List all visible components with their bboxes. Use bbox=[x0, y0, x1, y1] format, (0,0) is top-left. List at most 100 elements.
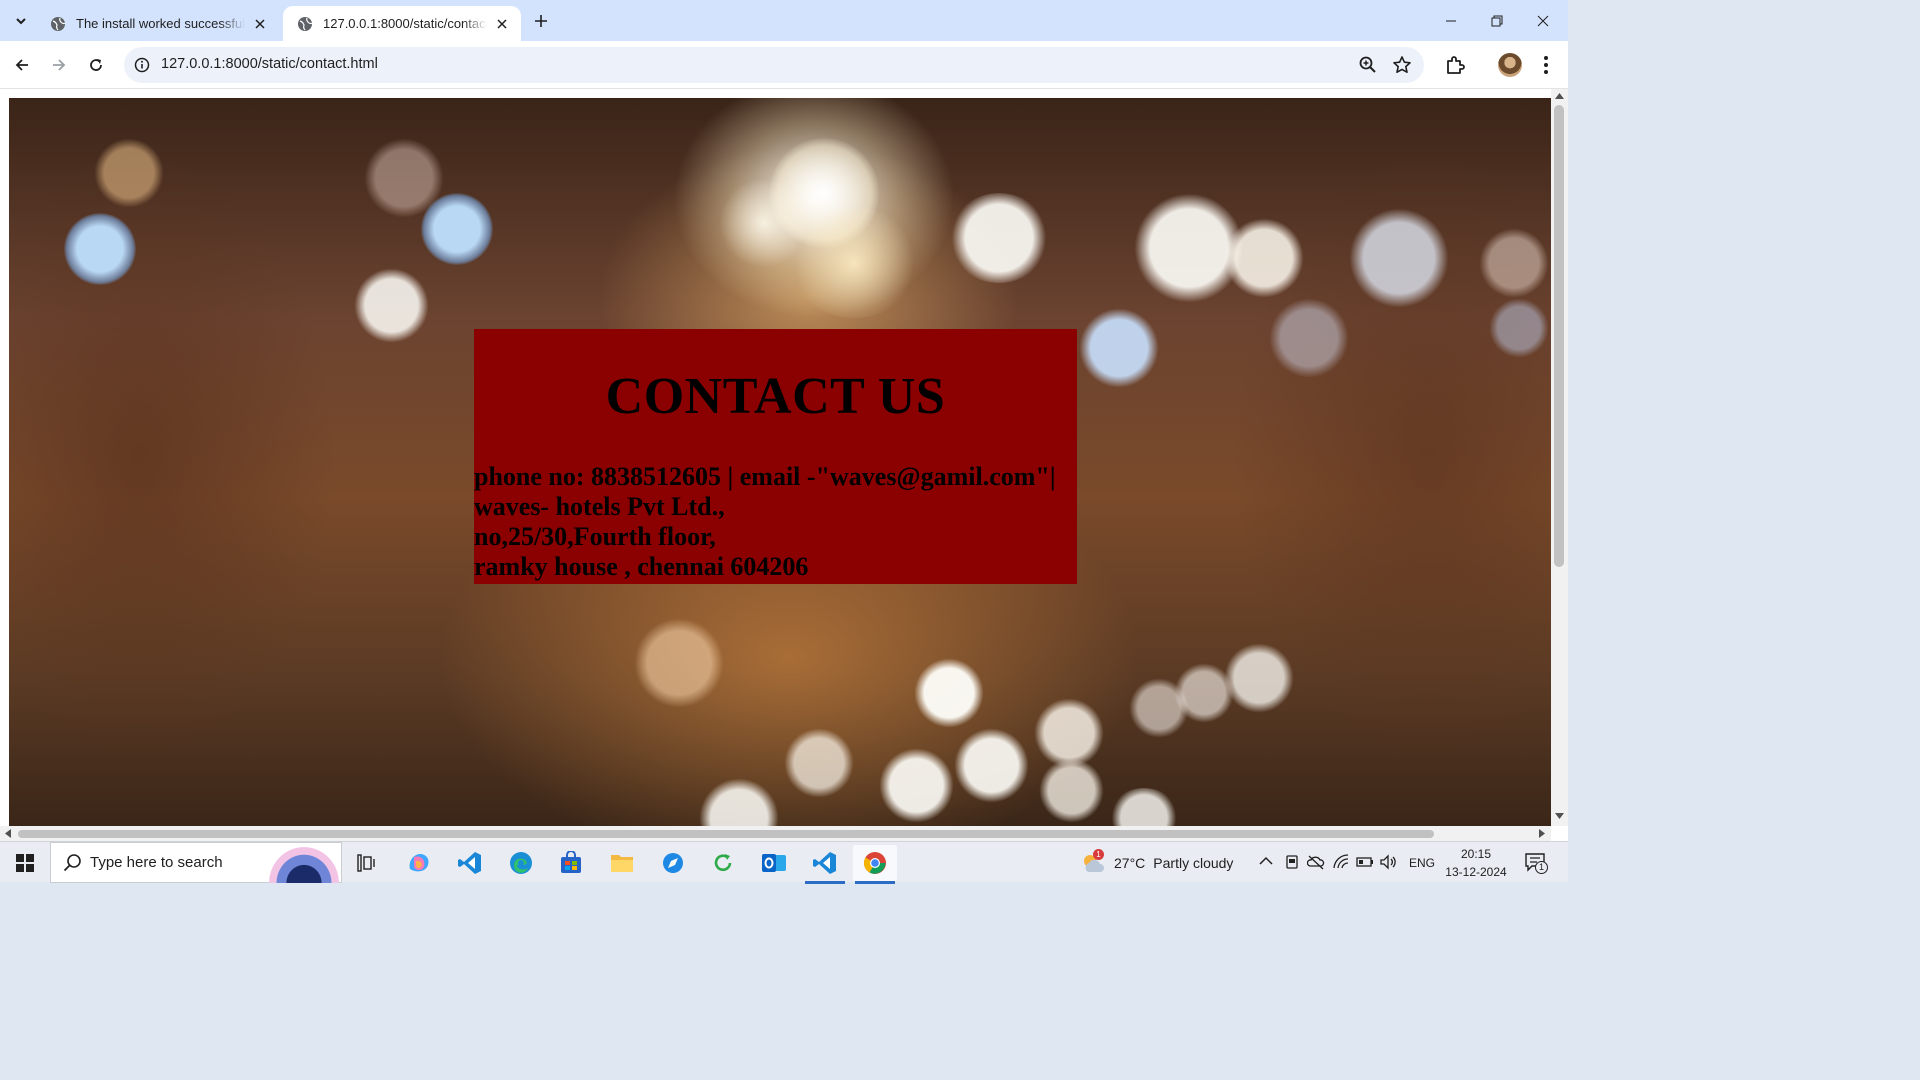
restore-button[interactable] bbox=[1474, 0, 1520, 41]
outlook-app[interactable] bbox=[752, 845, 796, 881]
compass-icon bbox=[663, 853, 683, 873]
task-view-button[interactable] bbox=[345, 845, 389, 881]
scroll-down-icon[interactable] bbox=[1555, 813, 1564, 819]
windows-logo-icon bbox=[16, 853, 34, 872]
globe-icon bbox=[298, 16, 313, 31]
edge-icon bbox=[510, 852, 532, 874]
weather-condition: Partly cloudy bbox=[1153, 854, 1234, 871]
system-clock[interactable]: 20:15 13-12-2024 bbox=[1440, 845, 1512, 881]
contact-city: ramky house , chennai 604206 bbox=[474, 552, 809, 581]
bokeh-light bbox=[354, 268, 429, 343]
bokeh-light bbox=[1269, 298, 1349, 378]
bokeh-light bbox=[1479, 228, 1549, 298]
partly-cloudy-icon: 1 bbox=[1080, 848, 1106, 874]
green-app[interactable] bbox=[701, 845, 745, 881]
arrow-right-icon bbox=[53, 59, 66, 71]
vscode-icon bbox=[813, 852, 836, 874]
contact-phone-email: phone no: 8838512605 | email -"waves@gam… bbox=[474, 462, 1056, 491]
globe-icon bbox=[51, 16, 66, 31]
scroll-up-icon[interactable] bbox=[1555, 93, 1564, 99]
zoom-icon[interactable] bbox=[1358, 55, 1378, 75]
edge-app[interactable] bbox=[499, 845, 543, 881]
store-icon bbox=[561, 851, 581, 873]
profile-avatar[interactable] bbox=[1498, 53, 1522, 77]
vscode-app[interactable] bbox=[448, 845, 492, 881]
weather-alert-badge: 1 bbox=[1093, 848, 1104, 860]
window-close-button[interactable] bbox=[1520, 0, 1566, 41]
bokeh-light bbox=[879, 748, 954, 823]
battery-icon[interactable] bbox=[1356, 855, 1374, 869]
browser-toolbar: 127.0.0.1:8000/static/contact.html bbox=[0, 41, 1568, 89]
back-button[interactable] bbox=[8, 51, 36, 79]
contact-details: phone no: 8838512605 | email -"waves@gam… bbox=[474, 462, 1094, 582]
bookmark-star-icon[interactable] bbox=[1392, 55, 1412, 75]
vscode-icon bbox=[458, 852, 481, 874]
minimize-button[interactable] bbox=[1428, 0, 1474, 41]
address-url: 127.0.0.1:8000/static/contact.html bbox=[161, 56, 378, 72]
bokeh-light bbox=[1109, 788, 1179, 826]
volume-icon[interactable] bbox=[1380, 854, 1398, 870]
tab-title: 127.0.0.1:8000/static/contact.html bbox=[323, 16, 487, 31]
outlook-icon bbox=[762, 854, 786, 872]
tab-strip: The install worked successfully! Congrat… bbox=[0, 0, 1568, 41]
reload-button[interactable] bbox=[82, 51, 110, 79]
vertical-scroll-thumb[interactable] bbox=[1554, 105, 1564, 567]
task-view-icon bbox=[357, 854, 375, 872]
new-tab-button[interactable] bbox=[530, 10, 552, 32]
bokeh-light bbox=[949, 193, 1049, 283]
folder-icon bbox=[611, 855, 633, 872]
bokeh-light bbox=[784, 728, 854, 798]
extensions-icon[interactable] bbox=[1443, 53, 1467, 77]
clock-date: 13-12-2024 bbox=[1445, 865, 1507, 879]
weather-widget[interactable]: 1 27°C Partly cloudy bbox=[1080, 842, 1250, 883]
tab-title: The install worked successfully! Congrat… bbox=[76, 16, 245, 31]
plus-icon bbox=[535, 15, 547, 27]
site-info-icon[interactable] bbox=[132, 55, 152, 75]
language-indicator[interactable]: ENG bbox=[1409, 842, 1435, 883]
file-explorer-app[interactable] bbox=[600, 845, 644, 881]
clock-time: 20:15 bbox=[1460, 847, 1492, 861]
chevron-down-icon bbox=[16, 18, 26, 25]
refresh-circle-icon bbox=[714, 854, 732, 872]
contact-address-line: no,25/30,Fourth floor, bbox=[474, 522, 716, 551]
more-menu-icon[interactable] bbox=[1536, 53, 1556, 77]
chrome-icon bbox=[864, 852, 886, 874]
start-button[interactable] bbox=[0, 842, 50, 883]
tab-search-button[interactable] bbox=[8, 8, 34, 34]
bokeh-light bbox=[1224, 643, 1294, 713]
horizontal-scroll-thumb[interactable] bbox=[18, 830, 1434, 838]
scroll-right-icon[interactable] bbox=[1539, 829, 1545, 838]
search-highlight-image bbox=[269, 847, 339, 883]
tab-install-worked[interactable]: The install worked successfully! Congrat… bbox=[36, 6, 279, 41]
bokeh-light bbox=[634, 618, 724, 708]
notification-center-button[interactable]: 1 bbox=[1524, 852, 1548, 874]
address-bar[interactable]: 127.0.0.1:8000/static/contact.html bbox=[124, 47, 1424, 83]
scroll-left-icon[interactable] bbox=[5, 829, 11, 838]
forward-button[interactable] bbox=[45, 51, 73, 79]
bokeh-light bbox=[1349, 208, 1449, 308]
web-viewport: CONTACT US phone no: 8838512605 | email … bbox=[0, 89, 1568, 841]
bokeh-light bbox=[954, 728, 1029, 803]
vscode-app-running[interactable] bbox=[803, 845, 847, 884]
blue-app[interactable] bbox=[651, 845, 695, 881]
restore-icon bbox=[1491, 15, 1503, 26]
copilot-icon bbox=[409, 854, 429, 872]
chevron-up-icon[interactable] bbox=[1259, 856, 1273, 866]
minimize-icon bbox=[1446, 20, 1456, 21]
close-icon[interactable] bbox=[251, 15, 269, 33]
bokeh-light bbox=[1129, 678, 1189, 738]
bokeh-light bbox=[1489, 298, 1549, 358]
wifi-icon[interactable] bbox=[1333, 854, 1349, 870]
tab-contact[interactable]: 127.0.0.1:8000/static/contact.html bbox=[283, 6, 521, 41]
taskbar-search-box[interactable]: Type here to search bbox=[50, 842, 342, 883]
device-icon[interactable] bbox=[1284, 854, 1300, 870]
reload-icon bbox=[90, 59, 102, 71]
chrome-app-running[interactable] bbox=[853, 845, 897, 884]
weather-temp: 27°C bbox=[1114, 854, 1146, 871]
copilot-app[interactable] bbox=[397, 845, 441, 881]
store-app[interactable] bbox=[549, 845, 593, 881]
contact-box: CONTACT US phone no: 8838512605 | email … bbox=[474, 329, 1077, 584]
close-icon[interactable] bbox=[493, 15, 511, 33]
bokeh-light bbox=[914, 658, 984, 728]
onedrive-offline-icon[interactable] bbox=[1307, 854, 1325, 870]
